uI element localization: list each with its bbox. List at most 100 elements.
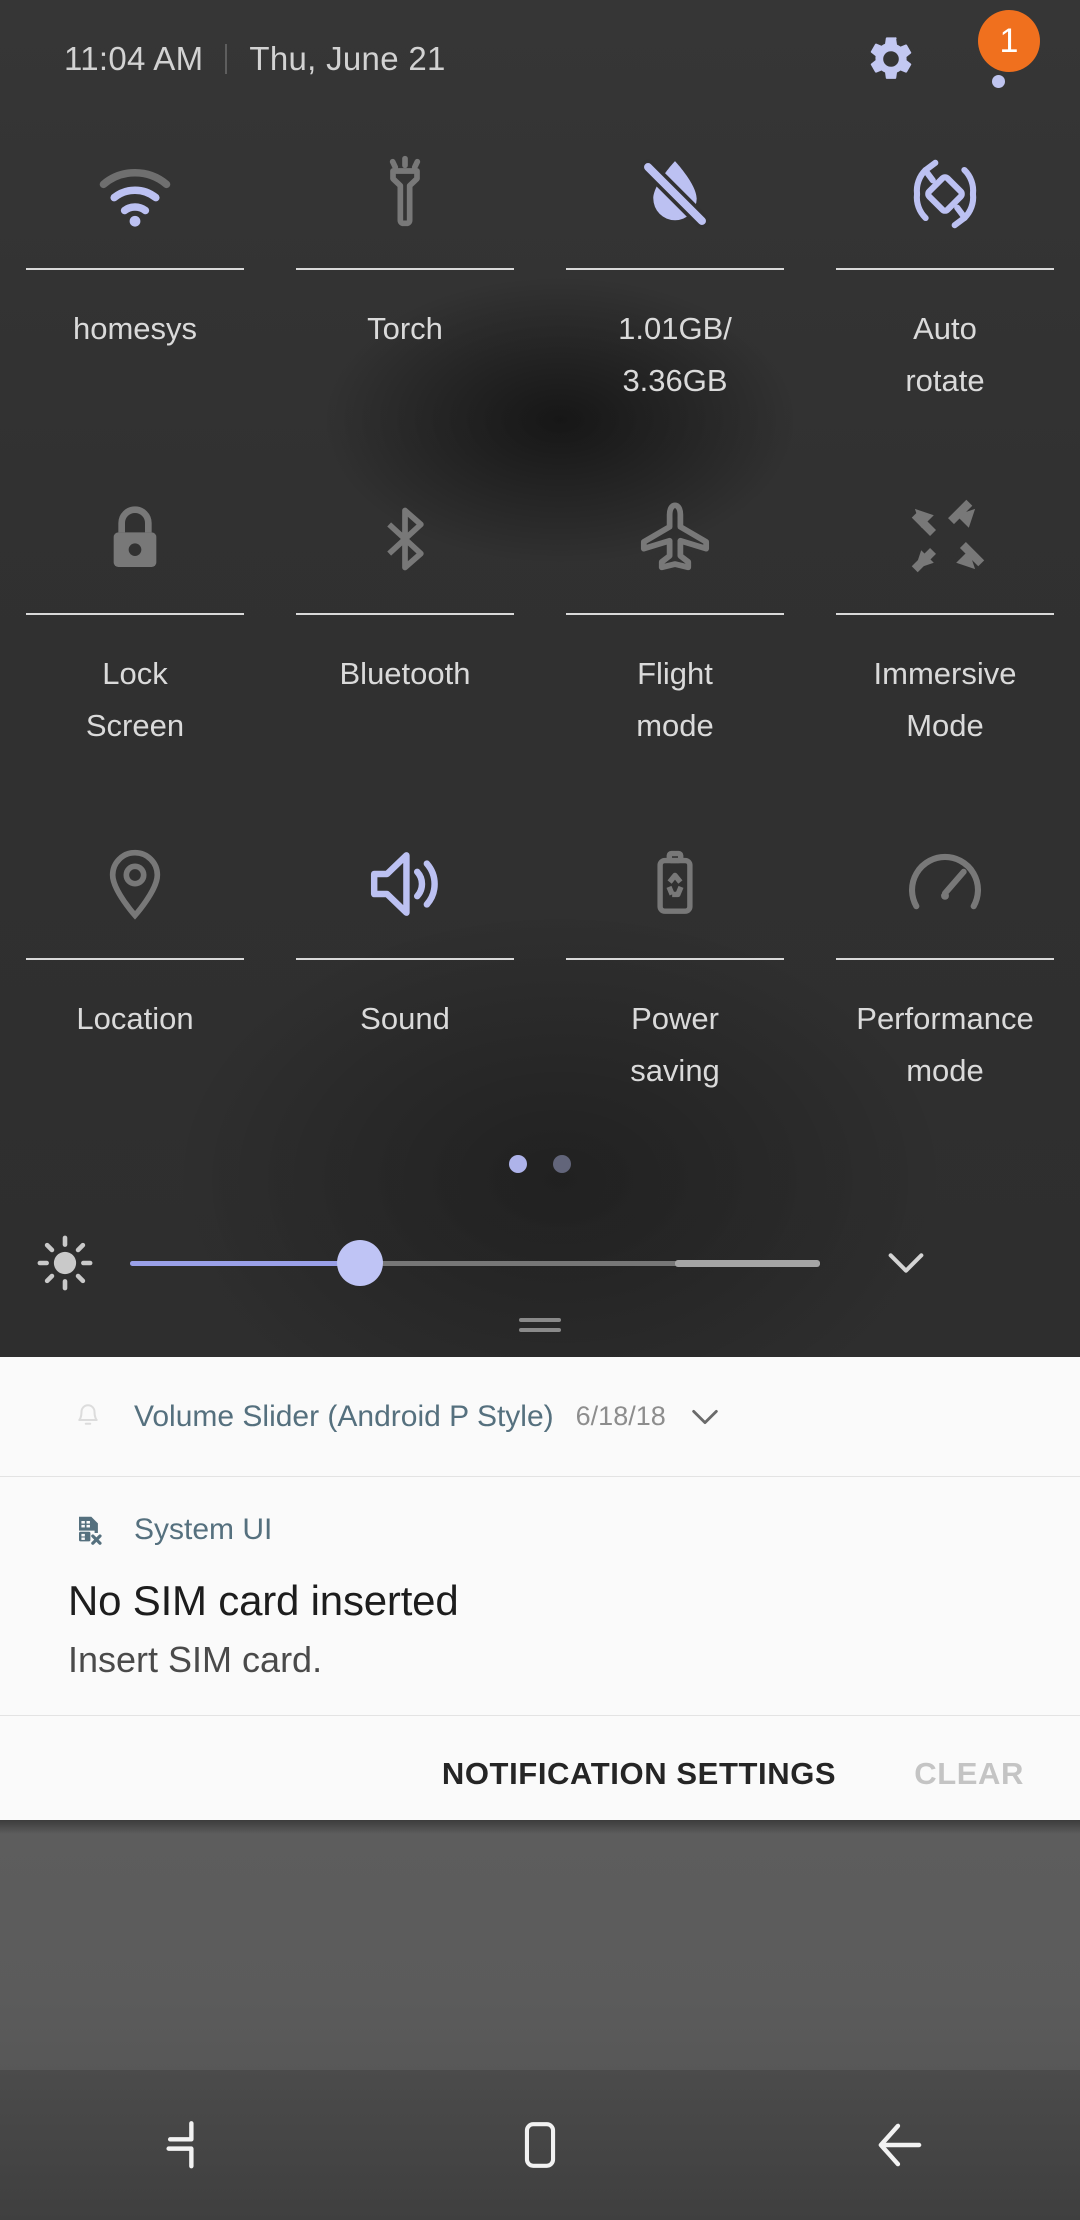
lock-icon: [113, 506, 157, 567]
tile-icon-wrap: [810, 128, 1080, 260]
tile-label: Bluetooth: [339, 656, 471, 691]
quick-settings-panel: 11:04 AM Thu, June 21 1 homesys Torch 1.…: [0, 0, 1080, 1357]
status-bar: 11:04 AM Thu, June 21 1: [0, 0, 1080, 118]
page-dot-active[interactable]: [509, 1155, 527, 1173]
notification-body: Insert SIM card.: [68, 1639, 323, 1680]
tile-immersive-mode[interactable]: Immersive Mode: [810, 473, 1080, 818]
tile-divider: [836, 613, 1054, 615]
notification-expand-button[interactable]: [688, 1406, 722, 1428]
tile-icon-wrap: [540, 473, 810, 605]
tile-icon-wrap: [810, 818, 1080, 950]
recents-icon: [166, 2121, 194, 2169]
collapse-arrows-icon: [911, 499, 985, 573]
bluetooth-icon: [387, 507, 424, 571]
tile-power-saving[interactable]: Power saving: [540, 818, 810, 1163]
shade-action-bar: NOTIFICATION SETTINGS CLEAR: [0, 1716, 1080, 1832]
tile-memory[interactable]: 1.01GB/ 3.36GB: [540, 128, 810, 473]
notification-app-name: Volume Slider (Android P Style): [134, 1399, 554, 1433]
chevron-down-icon: [692, 1409, 718, 1424]
tile-label: Location: [76, 1001, 194, 1036]
clear-all-button[interactable]: CLEAR: [914, 1756, 1024, 1792]
tile-torch[interactable]: Torch: [270, 128, 540, 473]
tile-divider: [566, 958, 784, 960]
tile-divider: [296, 268, 514, 270]
tile-label: 1.01GB/ 3.36GB: [618, 311, 732, 398]
tile-auto-rotate[interactable]: Auto rotate: [810, 128, 1080, 473]
back-button[interactable]: [720, 2114, 1080, 2176]
brightness-icon: [37, 1235, 93, 1291]
notification-volume-slider[interactable]: Volume Slider (Android P Style) 6/18/18: [0, 1357, 1080, 1477]
speedometer-icon: [909, 854, 981, 910]
tile-sound[interactable]: Sound: [270, 818, 540, 1163]
tile-divider: [26, 268, 244, 270]
notification-badge: 1: [978, 10, 1040, 72]
tile-label: Lock Screen: [85, 656, 185, 743]
brightness-icon-wrap: [0, 1234, 130, 1292]
header-actions: 1: [852, 10, 1040, 102]
drag-handle-bar: [519, 1328, 561, 1332]
tile-divider: [836, 268, 1054, 270]
wifi-icon: [99, 168, 171, 227]
home-button[interactable]: [360, 2116, 720, 2174]
slider-track-end: [675, 1260, 820, 1267]
panel-drag-handle[interactable]: [0, 1318, 1080, 1332]
notification-shade: Volume Slider (Android P Style) 6/18/18: [0, 1357, 1080, 1832]
tile-row: Lock Screen Bluetooth Flight mode Immers…: [0, 473, 1080, 818]
tile-label: homesys: [72, 311, 198, 346]
clock-and-date: 11:04 AM Thu, June 21: [64, 40, 446, 78]
settings-button[interactable]: [852, 20, 930, 98]
brightness-slider[interactable]: [130, 1240, 820, 1286]
tile-icon-wrap: [270, 128, 540, 260]
tile-performance-mode[interactable]: Performance mode: [810, 818, 1080, 1163]
tile-label: Auto rotate: [905, 311, 985, 398]
overflow-dot: [991, 74, 1005, 88]
tile-divider: [566, 613, 784, 615]
notification-title: No SIM card inserted: [68, 1577, 459, 1624]
notification-system-ui[interactable]: System UI No SIM card inserted Insert SI…: [0, 1477, 1080, 1716]
page-dot[interactable]: [553, 1155, 571, 1173]
navigation-bar: [0, 2070, 1080, 2220]
drag-handle-bar: [519, 1318, 561, 1322]
tile-bluetooth[interactable]: Bluetooth: [270, 473, 540, 818]
tile-wifi[interactable]: homesys: [0, 128, 270, 473]
quick-settings-tiles: homesys Torch 1.01GB/ 3.36GB Auto rotate…: [0, 128, 1080, 1163]
tile-icon-wrap: [810, 473, 1080, 605]
chevron-down-icon: [888, 1253, 924, 1273]
tile-label: Torch: [367, 311, 443, 346]
page-indicator: [0, 1155, 1080, 1173]
tile-flight-mode[interactable]: Flight mode: [540, 473, 810, 818]
tile-label: Performance mode: [856, 1001, 1034, 1088]
tile-row: homesys Torch 1.01GB/ 3.36GB Auto rotate: [0, 128, 1080, 473]
tile-icon-wrap: [270, 818, 540, 950]
tile-icon-wrap: [540, 818, 810, 950]
notification-icon-wrap: [68, 1401, 108, 1433]
tile-icon-wrap: [0, 818, 270, 950]
slider-thumb[interactable]: [337, 1240, 383, 1286]
tile-divider: [296, 958, 514, 960]
sim-card-error-icon: [79, 1516, 102, 1545]
clock: 11:04 AM: [64, 40, 204, 77]
tile-divider: [296, 613, 514, 615]
tile-location[interactable]: Location: [0, 818, 270, 1163]
tile-row: Location Sound Power saving Performance …: [0, 818, 1080, 1163]
recents-button[interactable]: [0, 2114, 360, 2176]
flashlight-icon: [389, 155, 421, 227]
overflow-menu-button[interactable]: 1: [960, 10, 1040, 102]
clock-date-divider: [225, 44, 228, 74]
tile-divider: [566, 268, 784, 270]
tile-icon-wrap: [0, 128, 270, 260]
tile-label: Sound: [360, 1001, 450, 1036]
brightness-expand-button[interactable]: [846, 1248, 966, 1278]
home-icon: [524, 2122, 556, 2168]
tile-icon-wrap: [540, 128, 810, 260]
location-pin-icon: [109, 849, 161, 920]
gear-icon: [870, 37, 912, 79]
notification-date: 6/18/18: [575, 1401, 666, 1431]
slider-fill: [130, 1261, 362, 1266]
notification-settings-button[interactable]: NOTIFICATION SETTINGS: [442, 1756, 836, 1792]
tile-lock-screen[interactable]: Lock Screen: [0, 473, 270, 818]
tile-label: Flight mode: [636, 656, 714, 743]
battery-saver-icon: [657, 850, 693, 914]
tile-label: Immersive Mode: [873, 656, 1017, 743]
tile-icon-wrap: [0, 473, 270, 605]
